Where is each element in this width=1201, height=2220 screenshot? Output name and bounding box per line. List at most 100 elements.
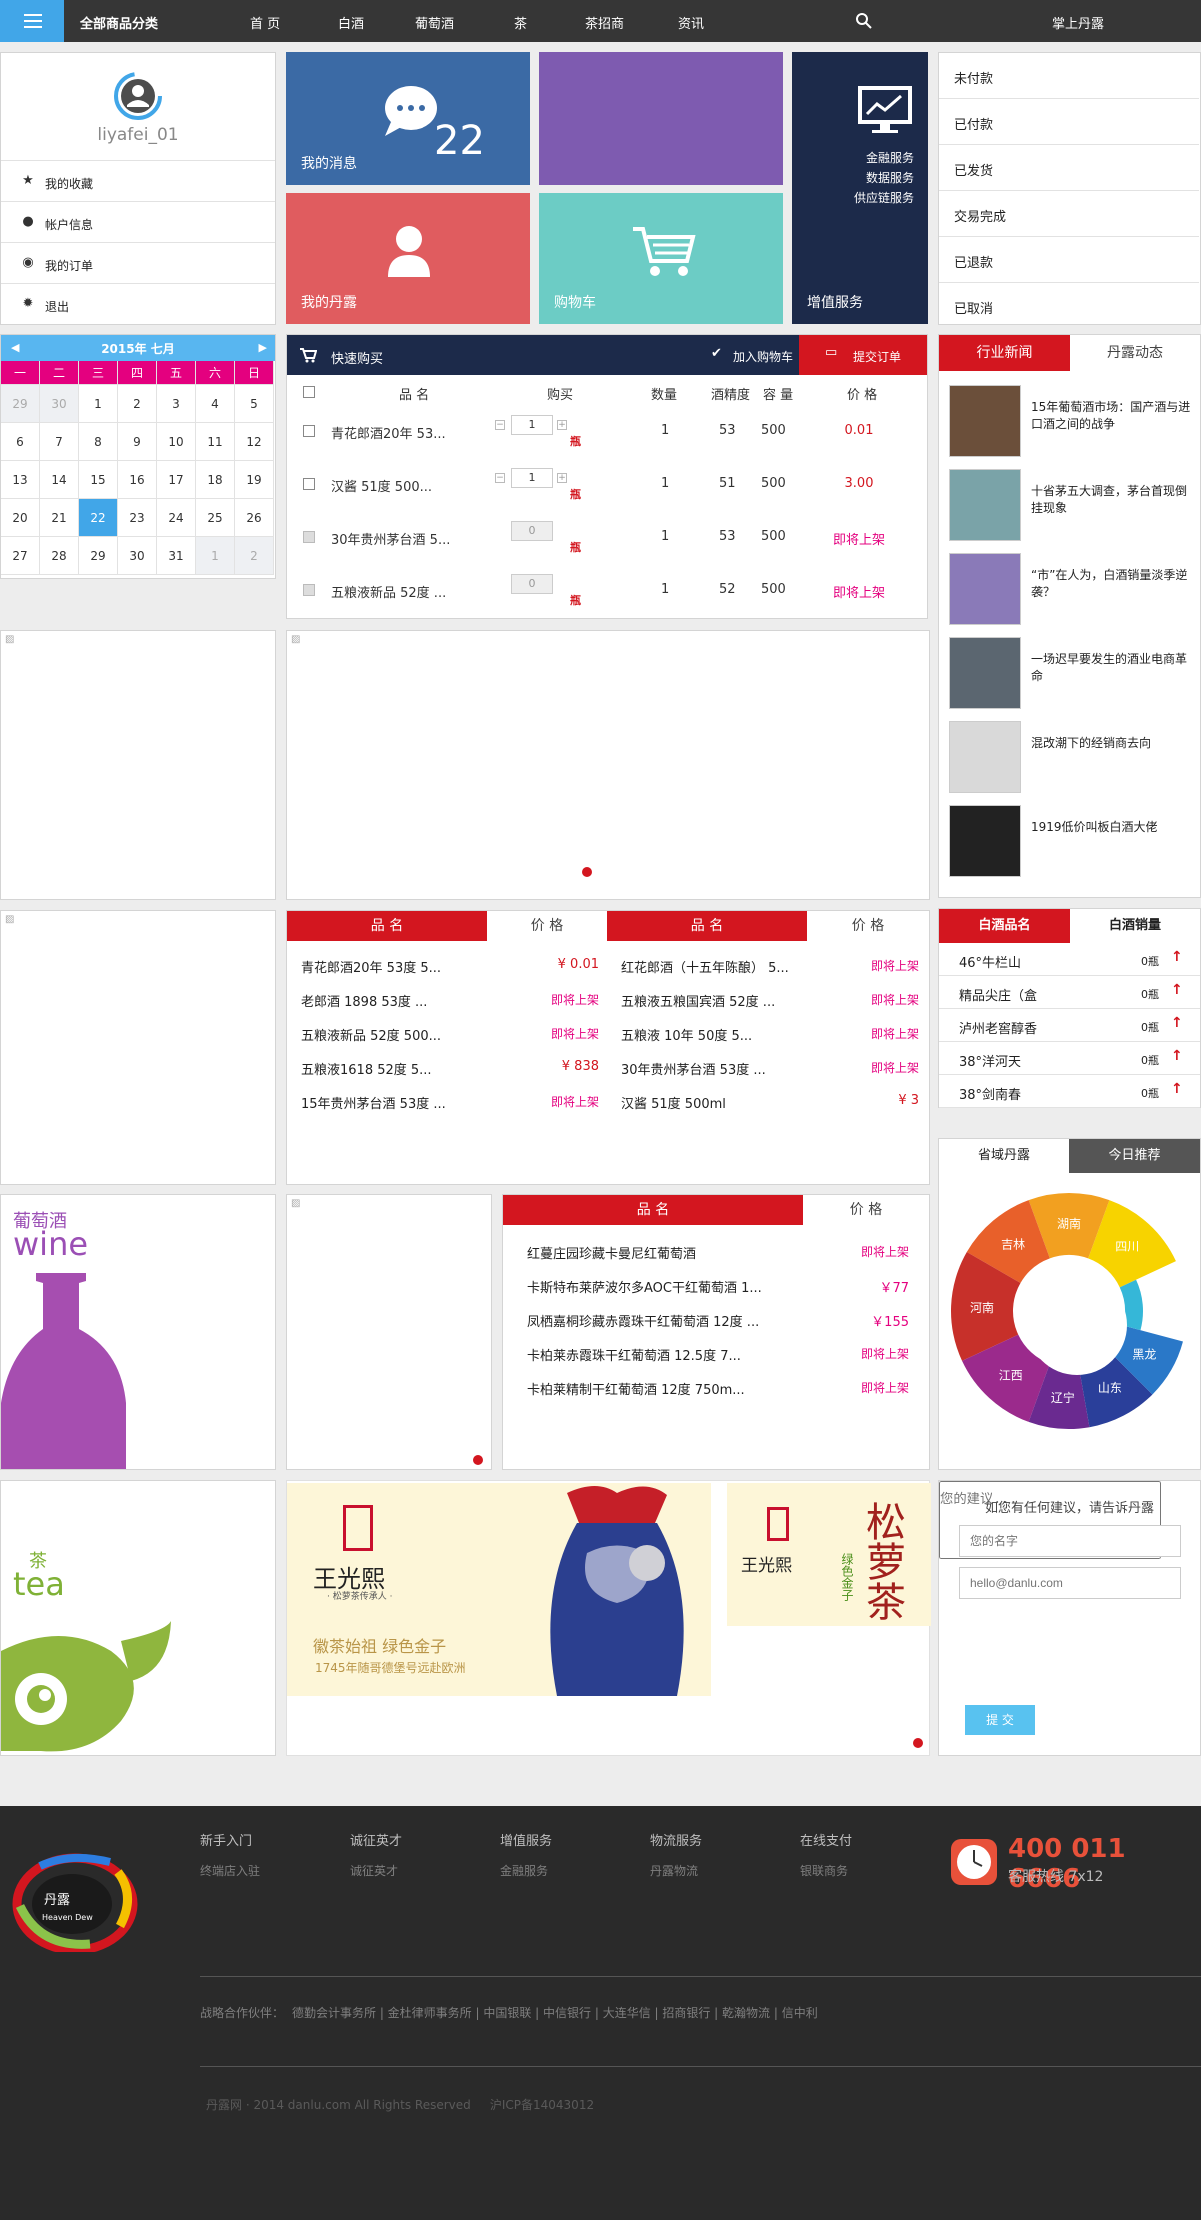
tile-purple[interactable] [539,52,783,185]
calendar-day[interactable]: 12 [235,423,274,461]
calendar-day[interactable]: 17 [157,461,196,499]
tea-banner[interactable]: 茶 tea [0,1480,276,1756]
calendar-day[interactable]: 28 [40,537,79,575]
tea-carousel[interactable]: 王光熙 · 松萝茶传承人 · 徽茶始祖 绿色金子 1745年随哥德堡号远赴欧洲 … [286,1480,931,1756]
calendar-day[interactable]: 24 [157,499,196,537]
footer-col-link[interactable]: 丹露物流 [650,1862,698,1879]
carousel-dot[interactable] [582,867,592,877]
menu-orders[interactable]: ◉ 我的订单 [1,242,275,283]
calendar-day[interactable]: 9 [118,423,157,461]
tea-promo-main[interactable]: 王光熙 · 松萝茶传承人 · 徽茶始祖 绿色金子 1745年随哥德堡号远赴欧洲 [287,1483,711,1696]
tile-cart[interactable]: 购物车 [539,193,783,324]
order-refunded[interactable]: 已退款 [939,237,1199,283]
feedback-submit-button[interactable]: 提 交 [965,1705,1035,1735]
tile-danlu[interactable]: 我的丹露 [286,193,530,324]
order-paid[interactable]: 已付款 [939,99,1199,145]
baijiu-banner[interactable]: ▨ [0,910,276,1185]
footer-col-title[interactable]: 诚征英才 [350,1830,402,1849]
calendar-day[interactable]: 10 [157,423,196,461]
next-month-icon[interactable]: ▶ [259,341,267,354]
footer-col-title[interactable]: 增值服务 [500,1830,552,1849]
nav-wine[interactable]: 葡萄酒 [415,13,454,32]
footer-col-link[interactable]: 银联商务 [800,1862,848,1879]
name-input[interactable] [959,1525,1181,1557]
nav-baijiu[interactable]: 白酒 [338,13,364,32]
calendar-day[interactable]: 13 [1,461,40,499]
calendar-day[interactable]: 30 [118,537,157,575]
product-name[interactable]: 五粮液新品 52度 ... [331,582,446,601]
quantity-input[interactable]: 1 [511,468,553,488]
calendar-day[interactable]: 22 [79,499,118,537]
tab-baijiu-sales[interactable]: 白酒销量 [1070,909,1200,943]
nav-home[interactable]: 首 页 [250,13,280,32]
news-title[interactable]: 1919低价叫板白酒大佬 [1031,819,1191,836]
news-title[interactable]: “市”在人为，白酒销量淡季逆袭？ [1031,567,1191,601]
baijiu-item-name[interactable]: 五粮液 10年 50度 5... [621,1025,752,1044]
tab-today-recommend[interactable]: 今日推荐 [1069,1139,1200,1173]
news-item[interactable]: 15年葡萄酒市场：国产酒与进口酒之间的战争 [949,385,1190,460]
order-cancelled[interactable]: 已取消 [939,283,1199,329]
calendar-day[interactable]: 15 [79,461,118,499]
wine-item-name[interactable]: 红蔓庄园珍藏卡曼尼红葡萄酒 [527,1243,696,1262]
wine-banner[interactable]: 葡萄酒 wine [0,1194,276,1470]
row-checkbox[interactable] [303,478,315,490]
tea-promo-side[interactable]: 王光熙 松萝茶 绿色金子 [727,1483,931,1626]
calendar-day[interactable]: 8 [79,423,118,461]
calendar-day[interactable]: 5 [235,385,274,423]
calendar-day[interactable]: 18 [196,461,235,499]
plus-icon[interactable]: + [557,473,567,483]
calendar-day[interactable]: 30 [40,385,79,423]
calendar-day[interactable]: 21 [40,499,79,537]
danlu-logo[interactable]: 丹露 Heaven Dew [10,1852,140,1952]
search-icon[interactable] [855,12,873,30]
tile-value-services[interactable]: 金融服务 数据服务 供应链服务 增值服务 [792,52,928,324]
calendar-day[interactable]: 29 [1,385,40,423]
baijiu-item-name[interactable]: 青花郎酒20年 53度 5... [301,957,441,976]
footer-col-title[interactable]: 物流服务 [650,1830,702,1849]
calendar-day[interactable]: 26 [235,499,274,537]
rank-row[interactable]: 泸州老窖醇香 0瓶 ↑ [939,1009,1200,1042]
news-title[interactable]: 十省茅五大调查，茅台首现倒挂现象 [1031,483,1191,517]
news-item[interactable]: 十省茅五大调查，茅台首现倒挂现象 [949,469,1189,544]
calendar-day[interactable]: 6 [1,423,40,461]
submit-order-button[interactable]: ▭ 提交订单 [799,335,927,375]
menu-logout[interactable]: ✹ 退出 [1,283,275,324]
rank-row[interactable]: 38°洋河天 0瓶 ↑ [939,1042,1200,1075]
quantity-input[interactable]: 1 [511,415,553,435]
news-thumbnail[interactable] [949,721,1021,793]
calendar-day[interactable]: 7 [40,423,79,461]
baijiu-item-name[interactable]: 15年贵州茅台酒 53度 ... [301,1093,446,1112]
banner-carousel[interactable]: ▨ [286,630,930,900]
footer-col-link[interactable]: 终端店入驻 [200,1862,260,1879]
calendar-day[interactable]: 1 [79,385,118,423]
news-thumbnail[interactable] [949,385,1021,457]
tab-danlu-news[interactable]: 丹露动态 [1070,335,1200,371]
tab-baijiu-name[interactable]: 白酒品名 [939,909,1070,943]
baijiu-item-name[interactable]: 老郎酒 1898 53度 ... [301,991,427,1010]
partners-list[interactable]: 德勤会计事务所 | 金杜律师事务所 | 中国银联 | 中信银行 | 大连华信 |… [292,2004,818,2021]
baijiu-item-name[interactable]: 30年贵州茅台酒 53度 ... [621,1059,766,1078]
carousel-dot[interactable] [473,1455,483,1465]
email-input[interactable] [959,1567,1181,1599]
service-supply[interactable]: 供应链服务 [854,188,914,208]
wine-item-name[interactable]: 卡柏莱赤霞珠干红葡萄酒 12.5度 7... [527,1345,741,1364]
calendar-day[interactable]: 14 [40,461,79,499]
service-finance[interactable]: 金融服务 [854,148,914,168]
calendar-day[interactable]: 19 [235,461,274,499]
add-to-cart-button[interactable]: 加入购物车 [733,348,793,365]
baijiu-item-name[interactable]: 五粮液1618 52度 5... [301,1059,432,1078]
wine-promo-image[interactable]: ▨ [286,1194,492,1470]
order-complete[interactable]: 交易完成 [939,191,1199,237]
calendar-day[interactable]: 25 [196,499,235,537]
tab-region[interactable]: 省域丹露 [939,1139,1069,1173]
nav-mobile[interactable]: 掌上丹露 [1052,13,1104,32]
minus-icon[interactable]: − [495,420,505,430]
baijiu-item-name[interactable]: 汉酱 51度 500ml [621,1093,726,1112]
calendar-day[interactable]: 29 [79,537,118,575]
news-thumbnail[interactable] [949,553,1021,625]
news-item[interactable]: “市”在人为，白酒销量淡季逆袭？ [949,553,1189,628]
row-checkbox[interactable] [303,584,315,596]
calendar-day[interactable]: 27 [1,537,40,575]
calendar-day[interactable]: 2 [118,385,157,423]
news-thumbnail[interactable] [949,805,1021,877]
